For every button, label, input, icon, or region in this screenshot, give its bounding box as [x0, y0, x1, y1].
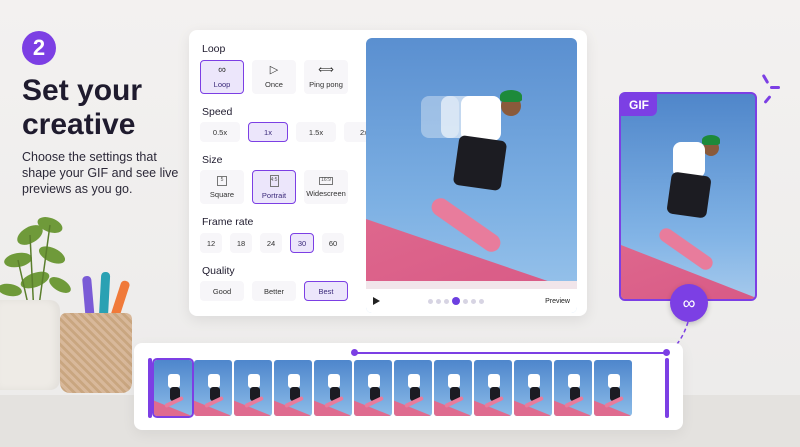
preview-controls: Preview: [366, 289, 577, 313]
preview-label: Preview: [545, 297, 570, 305]
timeline-frame[interactable]: [434, 360, 472, 416]
progress-dot[interactable]: [471, 298, 476, 304]
frame-strip: [152, 358, 632, 418]
size-option-portrait[interactable]: 4:5 Portrait: [252, 170, 296, 204]
skater-shirt: [461, 96, 501, 141]
loop-option-label: Ping pong: [309, 80, 343, 89]
quality-option-best[interactable]: Best: [304, 281, 348, 301]
size-options: 5 Square 4:5 Portrait 16:9 Widescreen: [200, 170, 356, 204]
gif-tag: GIF: [621, 94, 657, 116]
infinity-icon[interactable]: ∞: [670, 284, 708, 322]
sparkle-accent: [770, 86, 780, 89]
play-icon: ▷: [269, 64, 279, 76]
loop-label: Loop: [202, 43, 226, 55]
frame-rate-option-24[interactable]: 24: [260, 233, 282, 253]
skater-cap: [500, 90, 522, 102]
size-option-label: Widescreen: [306, 188, 346, 198]
range-end-knob[interactable]: [663, 349, 670, 356]
frame-timeline: [134, 343, 683, 430]
timeline-frame[interactable]: [474, 360, 512, 416]
ping-pong-icon: ⟺: [318, 64, 334, 76]
frame-rate-option-18[interactable]: 18: [230, 233, 252, 253]
pen-cup: [60, 313, 132, 393]
portrait-icon: 4:5: [269, 174, 279, 187]
progress-dot[interactable]: [463, 298, 468, 304]
skater-cap: [702, 135, 720, 145]
loop-option-once[interactable]: ▷ Once: [252, 60, 296, 94]
size-option-square[interactable]: 5 Square: [200, 170, 244, 204]
timeline-frame[interactable]: [152, 358, 194, 418]
speed-label: Speed: [202, 106, 233, 118]
speed-options: 0.5x 1x 1.5x 2x: [200, 122, 392, 142]
skater-pants: [666, 171, 712, 219]
preview-progress: [428, 297, 484, 305]
quality-option-good[interactable]: Good: [200, 281, 244, 301]
speed-option-1-5x[interactable]: 1.5x: [296, 122, 336, 142]
trim-handle-left[interactable]: [148, 358, 152, 418]
timeline-frame[interactable]: [514, 360, 552, 416]
frame-rate-option-30[interactable]: 30: [290, 233, 314, 253]
timeline-frame[interactable]: [314, 360, 352, 416]
quality-label: Quality: [202, 265, 235, 277]
size-option-widescreen[interactable]: 16:9 Widescreen: [304, 170, 348, 204]
quality-option-better[interactable]: Better: [252, 281, 296, 301]
size-option-label: Portrait: [261, 190, 287, 200]
frame-rate-option-12[interactable]: 12: [200, 233, 222, 253]
size-label: Size: [202, 154, 223, 166]
frame-rate-label: Frame rate: [202, 216, 254, 228]
play-icon[interactable]: [373, 297, 380, 305]
timeline-frame[interactable]: [194, 360, 232, 416]
loop-option-label: Once: [265, 80, 283, 89]
plant-pot: [0, 300, 60, 390]
speed-option-0-5x[interactable]: 0.5x: [200, 122, 240, 142]
loop-option-loop[interactable]: ∞ Loop: [200, 60, 244, 94]
timeline-frame[interactable]: [274, 360, 312, 416]
infinity-icon: ∞: [218, 64, 226, 76]
headline: Set your creative: [22, 74, 143, 141]
quality-options: Good Better Best: [200, 281, 356, 301]
subtext: Choose the settings that shape your GIF …: [22, 150, 179, 196]
progress-dot[interactable]: [479, 298, 484, 304]
timeline-frame[interactable]: [394, 360, 432, 416]
progress-dot[interactable]: [436, 298, 441, 304]
loop-option-ping-pong[interactable]: ⟺ Ping pong: [304, 60, 348, 94]
range-start-knob[interactable]: [351, 349, 358, 356]
loop-options: ∞ Loop ▷ Once ⟺ Ping pong: [200, 60, 356, 94]
trim-handle-right[interactable]: [665, 358, 669, 418]
progress-dot[interactable]: [444, 298, 449, 304]
frame-rate-options: 12 18 24 30 60: [200, 233, 352, 253]
skater-pants: [452, 134, 508, 192]
step-number-badge: 2: [22, 31, 56, 65]
gif-output-card: GIF: [619, 92, 757, 301]
timeline-frame[interactable]: [354, 360, 392, 416]
square-icon: 5: [217, 175, 227, 186]
loop-option-label: Loop: [213, 80, 231, 89]
frame-rate-option-60[interactable]: 60: [322, 233, 344, 253]
widescreen-icon: 16:9: [319, 176, 333, 185]
size-option-label: Square: [209, 189, 235, 199]
progress-dot[interactable]: [428, 298, 433, 304]
selection-range-bar: [354, 352, 666, 354]
gif-preview: Preview: [366, 38, 577, 313]
timeline-frame[interactable]: [554, 360, 592, 416]
timeline-frame[interactable]: [594, 360, 632, 416]
timeline-frame[interactable]: [234, 360, 272, 416]
progress-dot-active[interactable]: [452, 297, 460, 305]
speed-option-1x[interactable]: 1x: [248, 122, 288, 142]
